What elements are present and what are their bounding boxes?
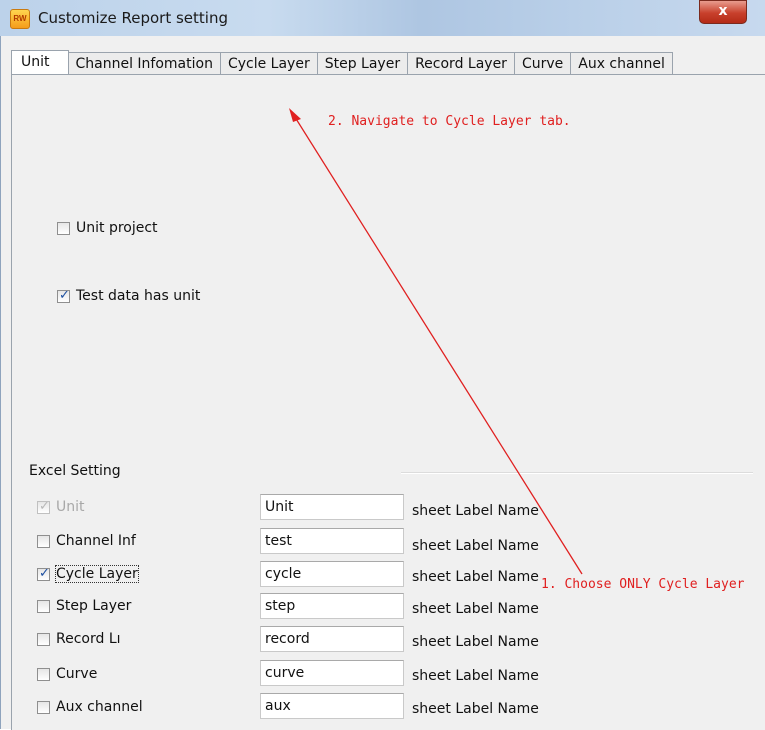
annotation-step-1: 1. Choose ONLY Cycle Layer bbox=[541, 577, 745, 592]
annotation-step-2: 2. Navigate to Cycle Layer tab. bbox=[328, 114, 571, 129]
annotation-arrow bbox=[289, 108, 583, 575]
